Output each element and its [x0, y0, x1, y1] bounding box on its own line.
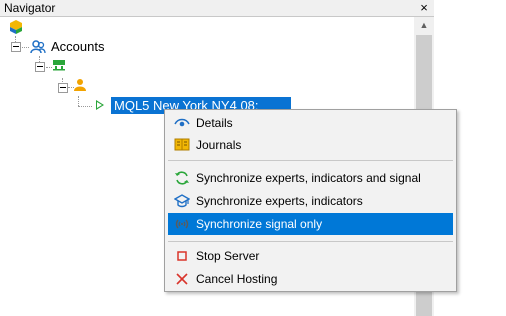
menu-item-label: Details [196, 116, 233, 130]
menu-item-label: Synchronize experts, indicators and sign… [196, 171, 421, 185]
play-icon [96, 100, 104, 110]
navigator-header: Navigator × [0, 0, 434, 17]
menu-item-label: Journals [196, 138, 242, 152]
expander-accounts[interactable] [11, 42, 21, 52]
user-icon [73, 78, 87, 92]
menu-item-label: Stop Server [196, 249, 260, 263]
menu-item-sync-experts[interactable]: Synchronize experts, indicators [168, 190, 453, 212]
tree-connector [78, 96, 79, 106]
stop-icon [174, 248, 190, 264]
menu-separator [168, 160, 453, 161]
expander-server[interactable] [35, 62, 45, 72]
menu-item-label: Cancel Hosting [196, 272, 278, 286]
tree-connector [78, 106, 92, 107]
eye-icon [174, 115, 190, 131]
menu-item-label: Synchronize experts, indicators [196, 194, 363, 208]
tree-connector [22, 47, 29, 48]
close-icon[interactable]: × [416, 0, 432, 16]
accounts-icon [30, 39, 46, 55]
menu-item-sync-signal[interactable]: Synchronize signal only [168, 213, 453, 235]
sync-icon [174, 170, 190, 186]
mql5-logo-icon [8, 19, 24, 35]
signal-icon [174, 216, 190, 232]
navigator-title: Navigator [4, 1, 56, 15]
menu-item-sync-all[interactable]: Synchronize experts, indicators and sign… [168, 167, 453, 189]
cancel-icon [174, 271, 190, 287]
accounts-label[interactable]: Accounts [51, 39, 104, 54]
journal-icon [174, 137, 190, 153]
menu-separator [168, 241, 453, 242]
context-menu: Details Journals Synchronize experts, in… [164, 109, 457, 292]
expander-user[interactable] [58, 83, 68, 93]
menu-item-label: Synchronize signal only [196, 217, 323, 231]
graduation-cap-icon [173, 193, 191, 209]
menu-item-details[interactable]: Details [168, 112, 453, 134]
menu-item-journals[interactable]: Journals [168, 134, 453, 156]
scroll-up-arrow[interactable]: ▲ [414, 17, 434, 34]
server-icon [52, 59, 66, 71]
menu-item-stop-server[interactable]: Stop Server [168, 245, 453, 267]
menu-item-cancel-hosting[interactable]: Cancel Hosting [168, 268, 453, 290]
